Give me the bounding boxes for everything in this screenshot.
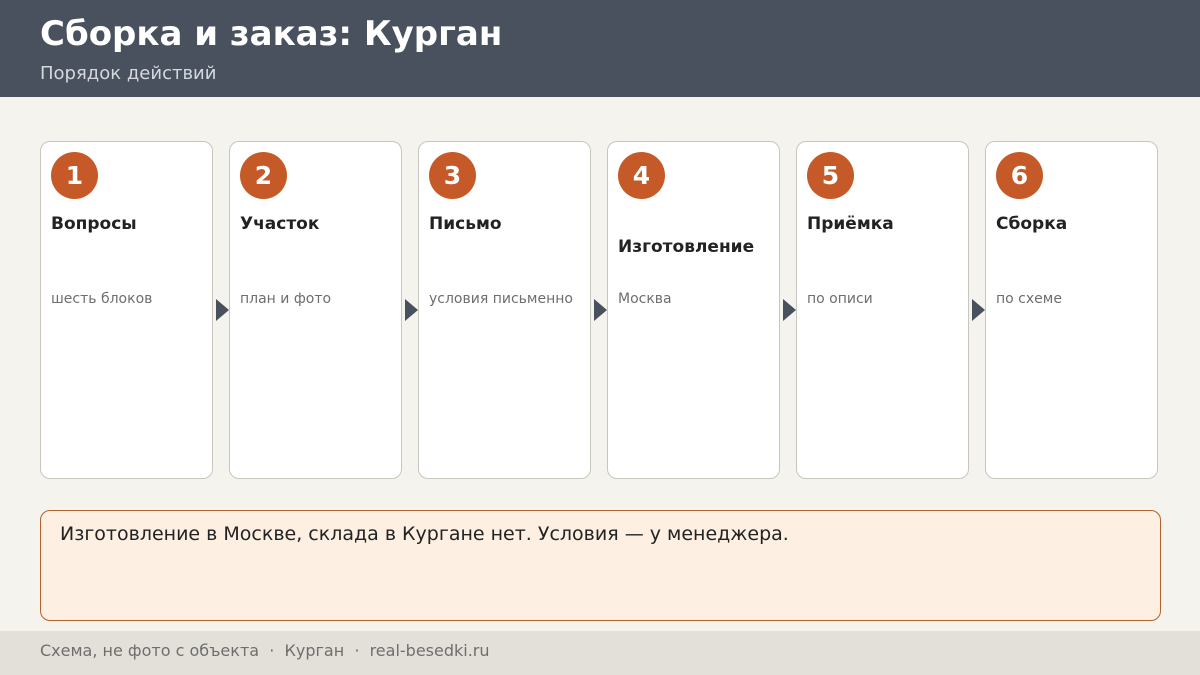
step-description: по описи (807, 291, 873, 307)
step-number-badge: 6 (996, 152, 1043, 199)
footer-text: Схема, не фото с объекта · Курган · real… (40, 641, 490, 660)
page-title: Сборка и заказ: Курган (40, 14, 503, 54)
step-title: Участок (240, 214, 320, 234)
page-subtitle: Порядок действий (40, 63, 217, 84)
header-bar: Сборка и заказ: Курган Порядок действий (0, 0, 1200, 97)
step-title: Вопросы (51, 214, 137, 234)
step-card-3: 3 Письмо условия письменно (418, 141, 591, 479)
step-title: Сборка (996, 214, 1068, 234)
arrow-right-icon (972, 299, 985, 321)
step-card-1: 1 Вопросы шесть блоков (40, 141, 213, 479)
info-note: Изготовление в Москве, склада в Кургане … (40, 510, 1161, 621)
step-card-2: 2 Участок план и фото (229, 141, 402, 479)
step-description: план и фото (240, 291, 332, 307)
step-title: Письмо (429, 214, 502, 234)
arrow-right-icon (405, 299, 418, 321)
step-number-badge: 3 (429, 152, 476, 199)
footer-bar: Схема, не фото с объекта · Курган · real… (0, 631, 1200, 675)
step-number-badge: 4 (618, 152, 665, 199)
step-description: Москва (618, 291, 672, 307)
step-title: Изготовление (618, 237, 755, 257)
step-number-badge: 5 (807, 152, 854, 199)
step-description: условия письменно (429, 291, 573, 307)
step-description: шесть блоков (51, 291, 153, 307)
info-note-text: Изготовление в Москве, склада в Кургане … (60, 523, 789, 545)
step-card-4: 4 Изготовление Москва (607, 141, 780, 479)
arrow-right-icon (783, 299, 796, 321)
step-number-badge: 1 (51, 152, 98, 199)
arrow-right-icon (594, 299, 607, 321)
step-description: по схеме (996, 291, 1062, 307)
step-card-5: 5 Приёмка по описи (796, 141, 969, 479)
arrow-right-icon (216, 299, 229, 321)
step-number-badge: 2 (240, 152, 287, 199)
step-card-6: 6 Сборка по схеме (985, 141, 1158, 479)
step-title: Приёмка (807, 214, 894, 234)
